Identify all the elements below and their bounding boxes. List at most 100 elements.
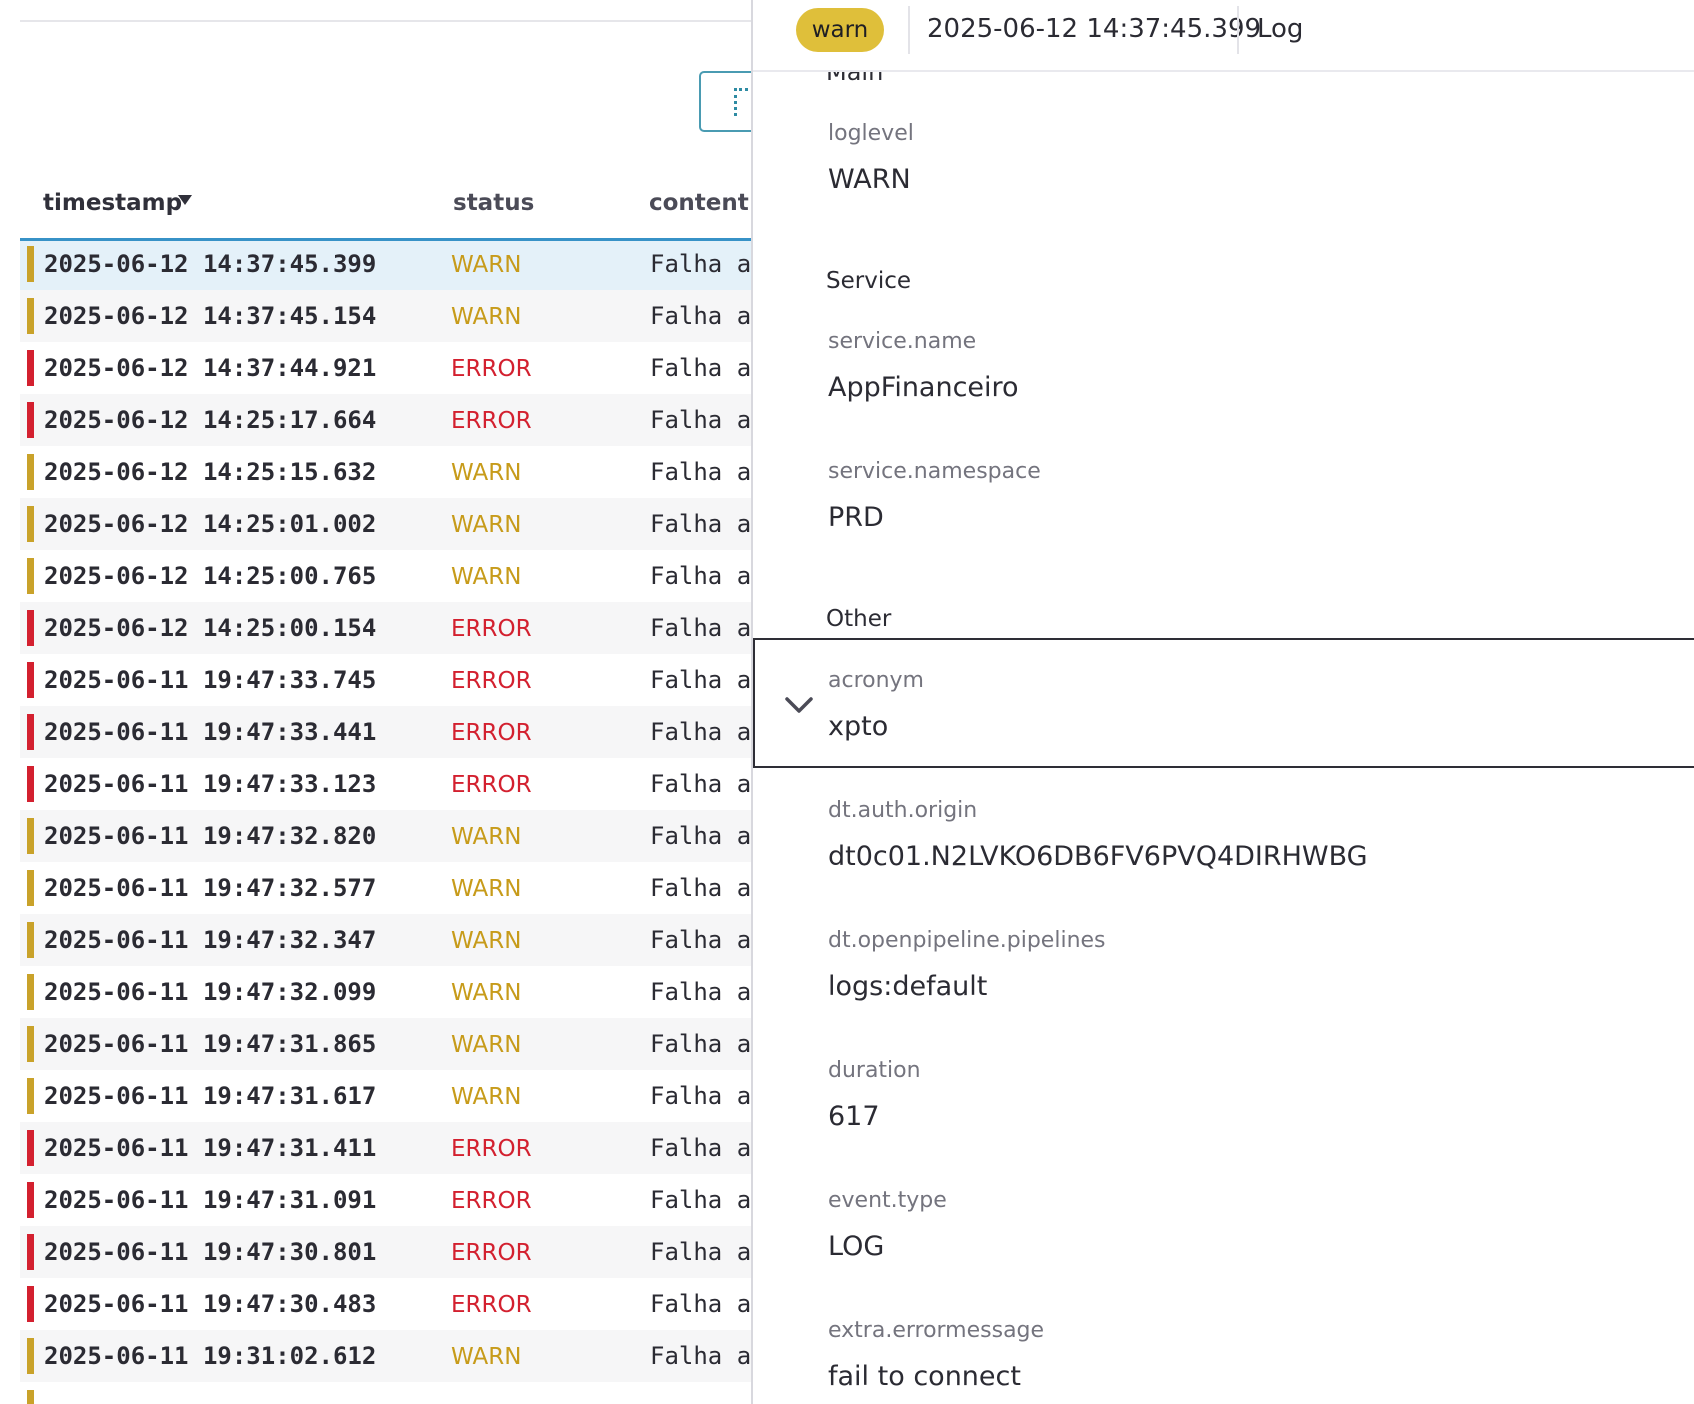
status-indicator-bar — [27, 454, 34, 490]
table-row[interactable]: 2025-06-12 14:25:00.765 WARN Falha a — [20, 550, 751, 602]
cell-timestamp: 2025-06-11 19:47:30.483 — [44, 1290, 377, 1318]
cell-content: Falha a — [650, 1030, 751, 1058]
cell-content: Falha a — [650, 1134, 751, 1162]
table-row[interactable]: 2025-06-12 14:25:15.632 WARN Falha a — [20, 446, 751, 498]
field-value-pipelines[interactable]: logs:default — [828, 971, 987, 1002]
cell-content: Falha a — [650, 302, 751, 330]
status-indicator-bar — [27, 350, 34, 386]
cell-timestamp: 2025-06-12 14:37:45.399 — [44, 250, 377, 278]
field-key-acronym: acronym — [828, 668, 924, 693]
section-title-service: Service — [826, 268, 912, 294]
table-row[interactable]: WARN — [20, 1382, 751, 1404]
table-row[interactable]: 2025-06-11 19:47:31.411 ERROR Falha a — [20, 1122, 751, 1174]
cell-status: WARN — [451, 304, 522, 330]
table-row[interactable]: 2025-06-11 19:47:31.091 ERROR Falha a — [20, 1174, 751, 1226]
table-row[interactable]: 2025-06-11 19:47:32.577 WARN Falha a — [20, 862, 751, 914]
field-value-loglevel[interactable]: WARN — [828, 164, 911, 195]
cell-status: WARN — [451, 1084, 522, 1110]
column-header-status[interactable]: status — [453, 190, 534, 216]
table-row[interactable]: 2025-06-11 19:31:02.612 WARN Falha a — [20, 1330, 751, 1382]
status-indicator-bar — [27, 1130, 34, 1166]
table-row[interactable]: 2025-06-12 14:25:00.154 ERROR Falha a — [20, 602, 751, 654]
field-key-event-type: event.type — [828, 1188, 947, 1213]
cell-content: Falha a — [650, 1342, 751, 1370]
cell-status: WARN — [451, 1344, 522, 1370]
sort-descending-icon[interactable] — [178, 195, 192, 205]
cell-content: Falha a — [650, 822, 751, 850]
cell-content: Falha a — [650, 354, 751, 382]
table-row[interactable]: 2025-06-12 14:25:01.002 WARN Falha a — [20, 498, 751, 550]
cell-content: Falha a — [650, 1238, 751, 1266]
header-separator — [908, 6, 910, 54]
cell-content: Falha a — [650, 458, 751, 486]
cell-timestamp: 2025-06-11 19:47:31.091 — [44, 1186, 377, 1214]
cell-timestamp: 2025-06-11 19:31:02.612 — [44, 1342, 377, 1370]
status-indicator-bar — [27, 870, 34, 906]
status-indicator-bar — [27, 662, 34, 698]
table-row[interactable]: 2025-06-11 19:47:31.865 WARN Falha a — [20, 1018, 751, 1070]
cell-content: Falha a — [650, 250, 751, 278]
cell-content: Falha a — [650, 406, 751, 434]
field-key-loglevel: loglevel — [828, 121, 914, 146]
cell-content: Falha a — [650, 510, 751, 538]
table-row[interactable]: 2025-06-11 19:47:32.820 WARN Falha a — [20, 810, 751, 862]
cell-timestamp: 2025-06-11 19:47:31.411 — [44, 1134, 377, 1162]
table-row[interactable]: 2025-06-11 19:47:33.441 ERROR Falha a — [20, 706, 751, 758]
cell-timestamp: 2025-06-12 14:25:00.154 — [44, 614, 377, 642]
status-indicator-bar — [27, 1338, 34, 1374]
field-value-service-namespace[interactable]: PRD — [828, 502, 884, 533]
table-row[interactable]: 2025-06-11 19:47:32.347 WARN Falha a — [20, 914, 751, 966]
column-header-content[interactable]: content — [649, 190, 749, 216]
detail-header: warn 2025-06-12 14:37:45.399 Log — [753, 0, 1694, 72]
cell-content: Falha a — [650, 1186, 751, 1214]
cell-content: Falha a — [650, 666, 751, 694]
cell-content: Falha a — [650, 978, 751, 1006]
cell-timestamp: 2025-06-11 19:47:33.441 — [44, 718, 377, 746]
cell-content: Falha a — [650, 926, 751, 954]
cell-content: Falha a — [650, 1082, 751, 1110]
table-row[interactable]: 2025-06-11 19:47:30.483 ERROR Falha a — [20, 1278, 751, 1330]
table-row[interactable]: 2025-06-11 19:47:32.099 WARN Falha a — [20, 966, 751, 1018]
table-row[interactable]: 2025-06-11 19:47:31.617 WARN Falha a — [20, 1070, 751, 1122]
status-indicator-bar — [27, 818, 34, 854]
status-indicator-bar — [27, 402, 34, 438]
cell-status: ERROR — [451, 1292, 532, 1318]
cell-timestamp: 2025-06-11 19:47:32.099 — [44, 978, 377, 1006]
field-value-errormessage[interactable]: fail to connect — [828, 1361, 1021, 1392]
cell-timestamp: 2025-06-11 19:47:31.865 — [44, 1030, 377, 1058]
cell-timestamp: 2025-06-11 19:47:31.617 — [44, 1082, 377, 1110]
field-value-acronym[interactable]: xpto — [828, 711, 888, 742]
status-indicator-bar — [27, 506, 34, 542]
table-row[interactable]: 2025-06-11 19:47:33.745 ERROR Falha a — [20, 654, 751, 706]
log-table-pane: timestamp status content 2025-06-12 14:3… — [0, 0, 751, 1404]
table-row[interactable]: 2025-06-12 14:25:17.664 ERROR Falha a — [20, 394, 751, 446]
field-value-service-name[interactable]: AppFinanceiro — [828, 372, 1019, 403]
field-value-event-type[interactable]: LOG — [828, 1231, 884, 1262]
table-row[interactable]: 2025-06-12 14:37:45.154 WARN Falha a — [20, 290, 751, 342]
status-indicator-bar — [27, 714, 34, 750]
select-records-button[interactable] — [699, 71, 751, 132]
field-key-pipelines: dt.openpipeline.pipelines — [828, 928, 1106, 953]
status-indicator-bar — [27, 1078, 34, 1114]
column-header-timestamp[interactable]: timestamp — [43, 190, 182, 216]
status-indicator-bar — [27, 1390, 34, 1404]
field-value-duration[interactable]: 617 — [828, 1101, 880, 1132]
chevron-down-icon[interactable] — [784, 695, 814, 715]
table-row[interactable]: 2025-06-12 14:37:44.921 ERROR Falha a — [20, 342, 751, 394]
cell-content: Falha a — [650, 1290, 751, 1318]
table-row[interactable]: 2025-06-12 14:37:45.399 WARN Falha a — [20, 238, 751, 290]
table-row[interactable]: 2025-06-11 19:47:30.801 ERROR Falha a — [20, 1226, 751, 1278]
cell-timestamp: 2025-06-12 14:25:17.664 — [44, 406, 377, 434]
status-indicator-bar — [27, 974, 34, 1010]
cell-content: Falha a — [650, 718, 751, 746]
cell-status: WARN — [451, 980, 522, 1006]
field-key-service-namespace: service.namespace — [828, 459, 1041, 484]
table-row[interactable]: 2025-06-11 19:47:33.123 ERROR Falha a — [20, 758, 751, 810]
field-key-auth-origin: dt.auth.origin — [828, 798, 978, 823]
cell-timestamp: 2025-06-12 14:25:15.632 — [44, 458, 377, 486]
cell-status: WARN — [451, 564, 522, 590]
field-value-auth-origin[interactable]: dt0c01.N2LVKO6DB6FV6PVQ4DIRHWBG — [828, 841, 1368, 872]
cell-status: WARN — [451, 512, 522, 538]
header-separator — [1237, 6, 1239, 54]
field-row-acronym[interactable]: acronym xpto — [753, 638, 1694, 768]
